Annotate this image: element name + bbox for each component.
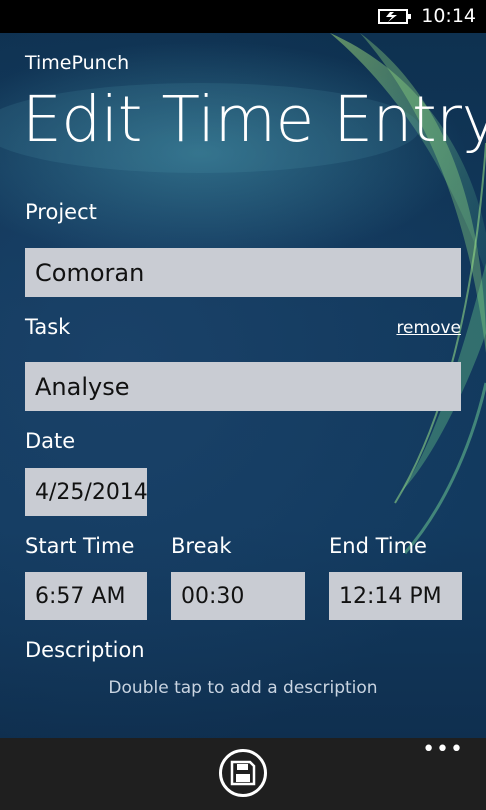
project-field[interactable]: Comoran [25,248,461,297]
edit-time-entry-page: TimePunch Edit Time Entry Project Comora… [0,33,486,738]
date-field[interactable]: 4/25/2014 [25,468,148,516]
save-button[interactable] [219,749,267,797]
clock: 10:14 [421,5,476,27]
description-hint[interactable]: Double tap to add a description [0,678,486,698]
start-time-field[interactable]: 6:57 AM [25,572,147,620]
save-icon [230,760,256,786]
remove-task-link[interactable]: remove [396,318,461,338]
app-bar: ••• [0,738,486,810]
task-label: Task [25,315,71,339]
break-label: Break [171,534,232,558]
project-label: Project [25,200,97,224]
end-time-label: End Time [329,534,427,558]
end-time-field[interactable]: 12:14 PM [329,572,462,620]
app-name: TimePunch [25,52,130,74]
description-label: Description [25,638,145,662]
page-title: Edit Time Entry [22,83,486,156]
more-options-button[interactable]: ••• [422,739,464,761]
date-label: Date [25,429,76,453]
battery-charging-icon [378,9,411,24]
break-field[interactable]: 00:30 [171,572,305,620]
status-bar: 10:14 [0,0,486,33]
start-time-label: Start Time [25,534,135,558]
task-field[interactable]: Analyse [25,362,461,411]
